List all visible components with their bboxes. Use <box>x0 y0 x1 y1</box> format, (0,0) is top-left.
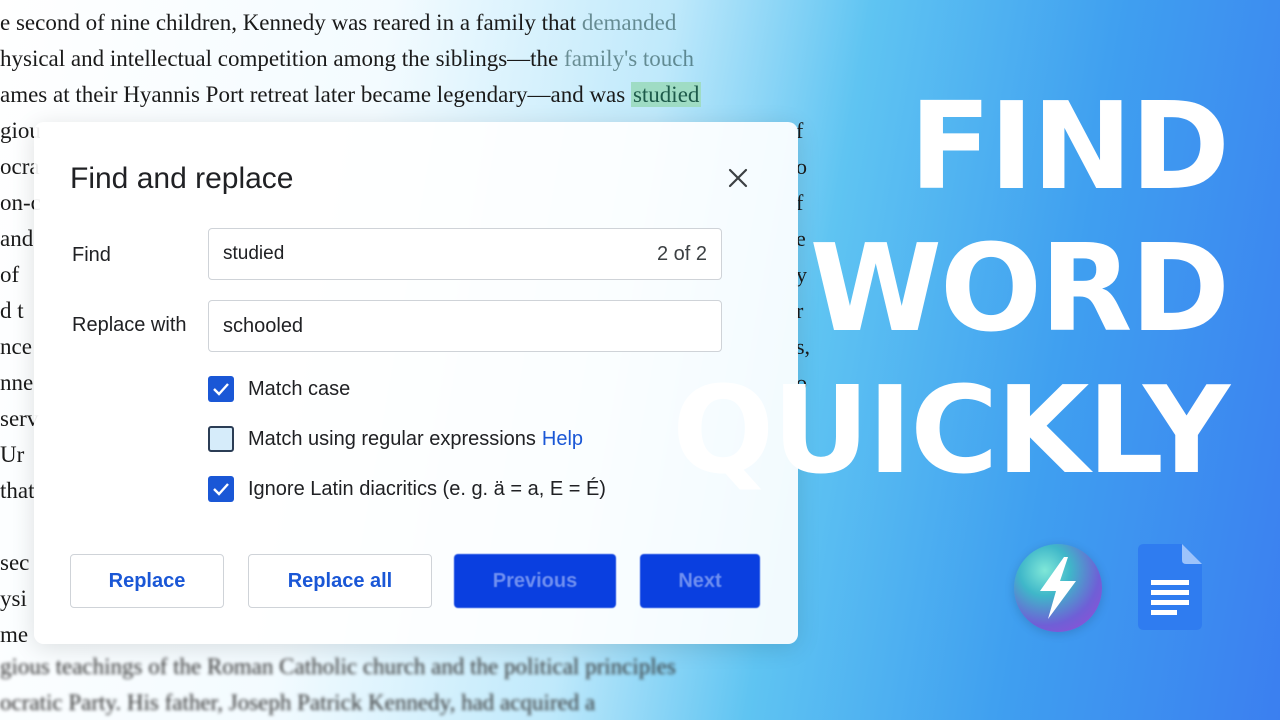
document-fragment: f <box>796 190 804 215</box>
document-fragment: o <box>796 154 807 179</box>
replace-button[interactable]: Replace <box>70 554 224 608</box>
headline-line-2: WORD <box>809 220 1230 359</box>
checkmark-icon <box>213 483 229 496</box>
option-label: Match case <box>248 377 351 400</box>
checkmark-icon <box>213 383 229 396</box>
dialog-title: Find and replace <box>70 162 294 195</box>
document-line: ames at their Hyannis Port retreat later… <box>0 82 702 107</box>
document-fragment: y <box>796 262 807 287</box>
replace-field[interactable] <box>208 300 722 352</box>
find-input[interactable] <box>223 243 647 265</box>
ignore-diacritics-checkbox[interactable] <box>208 476 234 502</box>
document-fragment: s, <box>796 334 810 359</box>
match-case-checkbox[interactable] <box>208 376 234 402</box>
match-count: 2 of 2 <box>656 242 707 265</box>
document-fragment: r <box>796 298 804 323</box>
option-match-case[interactable]: Match case <box>208 376 350 402</box>
find-label: Find <box>72 244 111 266</box>
previous-button[interactable]: Previous <box>454 554 616 608</box>
search-highlight: studied <box>630 82 702 107</box>
regex-checkbox[interactable] <box>208 426 234 452</box>
document-line: gious teachings of the Roman Catholic ch… <box>0 654 676 679</box>
option-label: Match using regular expressions <box>248 427 536 450</box>
option-regex[interactable]: Match using regular expressions Help <box>208 426 583 452</box>
lightning-bolt-icon <box>1014 544 1102 632</box>
help-link[interactable]: Help <box>542 428 583 450</box>
document-line: e second of nine children, Kennedy was r… <box>0 10 677 35</box>
document-line: hysical and intellectual competition amo… <box>0 46 695 71</box>
find-field[interactable]: 2 of 2 <box>208 228 722 280</box>
option-ignore-diacritics[interactable]: Ignore Latin diacritics (e. g. ä = a, E … <box>208 476 606 502</box>
next-button[interactable]: Next <box>640 554 760 608</box>
document-fragment: f <box>796 118 804 143</box>
replace-label: Replace with <box>72 314 187 336</box>
close-button[interactable] <box>722 162 754 194</box>
google-docs-icon <box>1138 544 1202 630</box>
close-icon <box>728 168 748 188</box>
replace-input[interactable] <box>223 314 707 338</box>
document-line: ocratic Party. His father, Joseph Patric… <box>0 690 596 715</box>
replace-all-button[interactable]: Replace all <box>248 554 432 608</box>
headline-line-1: FIND <box>909 78 1230 217</box>
option-label: Ignore Latin diacritics (e. g. ä = a, E … <box>248 477 606 500</box>
document-fragment: e <box>796 226 806 251</box>
headline-line-3: QUICKLY <box>672 362 1230 501</box>
